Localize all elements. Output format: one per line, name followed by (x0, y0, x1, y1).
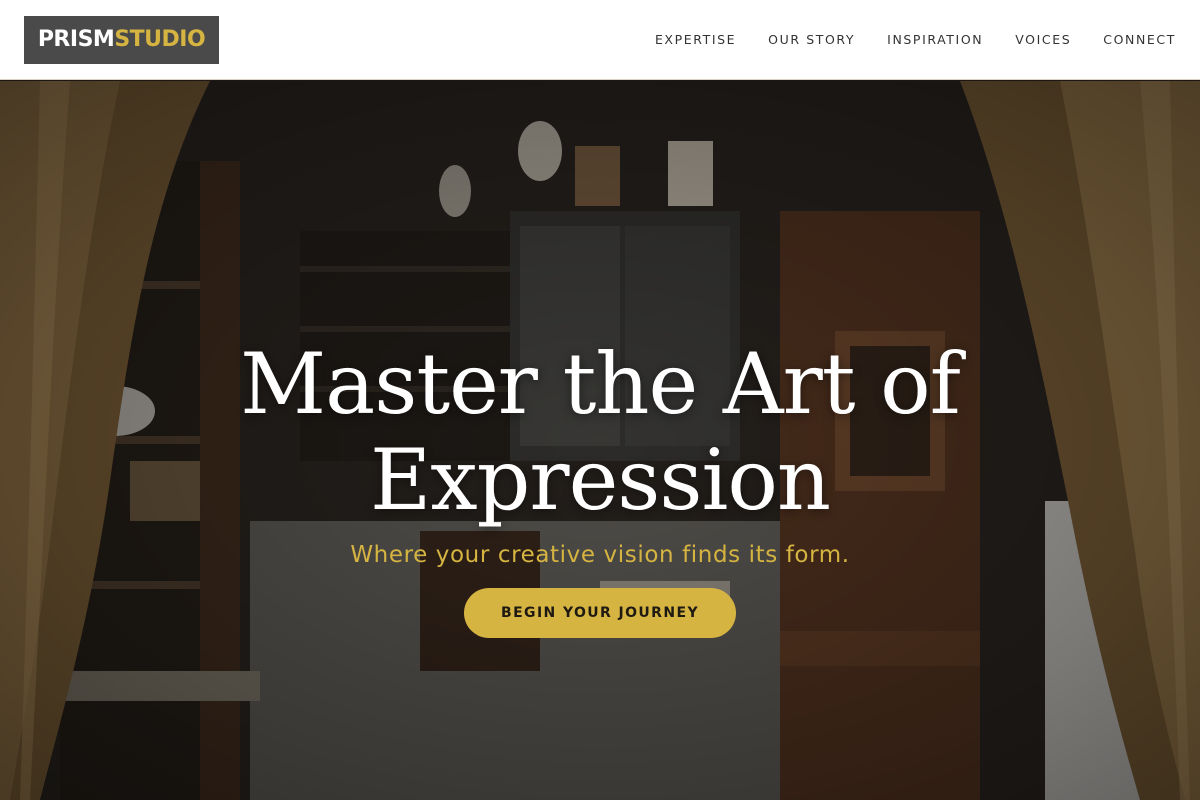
begin-journey-button[interactable]: BEGIN YOUR JOURNEY (464, 588, 736, 638)
nav-item-voices[interactable]: VOICES (1015, 32, 1071, 47)
logo-text-studio: STUDIO (114, 27, 206, 52)
nav-item-connect[interactable]: CONNECT (1103, 32, 1176, 47)
hero-content: Master the Art of Expression Where your … (0, 336, 1200, 638)
hero-title: Master the Art of Expression (220, 336, 980, 528)
site-header: PRISM STUDIO EXPERTISE OUR STORY INSPIRAT… (0, 0, 1200, 80)
nav-item-our-story[interactable]: OUR STORY (768, 32, 855, 47)
logo-text-prism: PRISM (37, 27, 115, 52)
nav-item-expertise[interactable]: EXPERTISE (655, 32, 736, 47)
hero-title-line1: Master the Art of (240, 335, 961, 433)
logo[interactable]: PRISM STUDIO (24, 15, 219, 64)
hero-title-line2: Expression (369, 431, 831, 529)
main-nav: EXPERTISE OUR STORY INSPIRATION VOICES C… (623, 32, 1176, 47)
nav-item-inspiration[interactable]: INSPIRATION (887, 32, 983, 47)
hero-subtitle: Where your creative vision finds its for… (350, 542, 850, 568)
hero-section: Master the Art of Expression Where your … (0, 81, 1200, 800)
